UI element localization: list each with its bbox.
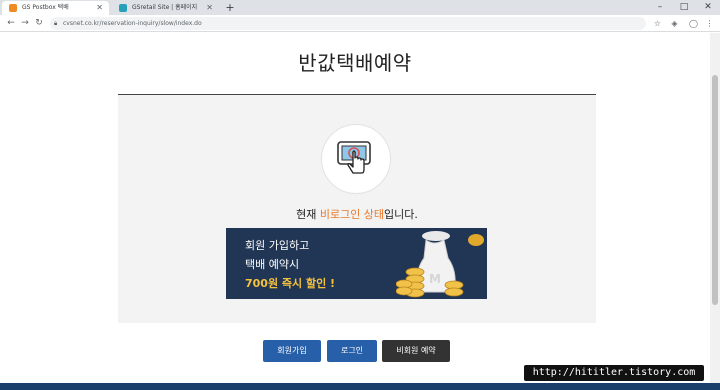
gsretail-favicon-icon bbox=[119, 4, 127, 12]
banner-line-2: 택배 예약시 bbox=[245, 258, 300, 271]
scrollbar-thumb[interactable] bbox=[712, 75, 718, 305]
close-tab-icon[interactable]: ✕ bbox=[206, 1, 213, 15]
gs-favicon-icon bbox=[9, 4, 17, 12]
minimize-icon[interactable]: – bbox=[648, 0, 672, 15]
svg-text:M: M bbox=[429, 272, 441, 286]
banner-line-3: 700원 즉시 할인 ! bbox=[245, 277, 336, 290]
extension-icon[interactable]: ◈ bbox=[669, 18, 680, 29]
status-prefix: 현재 bbox=[296, 208, 320, 221]
page-title: 반값택배예약 bbox=[298, 51, 412, 75]
browser-toolbar: ← → ↻ 🔒︎ cvsnet.co.kr/reservation-inquir… bbox=[0, 15, 720, 32]
address-bar[interactable]: 🔒︎ cvsnet.co.kr/reservation-inquiry/slow… bbox=[50, 17, 646, 30]
join-button[interactable]: 회원가입 bbox=[263, 340, 321, 362]
tab-gsretail[interactable]: GSretail Site | 홈페이지 ✕ bbox=[112, 1, 219, 15]
touch-screen-icon bbox=[337, 141, 371, 174]
maximize-icon[interactable]: □ bbox=[672, 0, 696, 15]
close-tab-icon[interactable]: ✕ bbox=[96, 1, 103, 15]
back-icon[interactable]: ← bbox=[5, 17, 17, 29]
banner-line-1: 회원 가입하고 bbox=[245, 239, 310, 252]
profile-avatar-icon[interactable]: ◯ bbox=[688, 18, 699, 29]
money-bag-coins-icon: M bbox=[396, 231, 484, 298]
reload-icon[interactable]: ↻ bbox=[33, 17, 45, 29]
status-highlight: 비로그인 상태 bbox=[319, 208, 385, 221]
tab-label: GS Postbox 택배 bbox=[22, 4, 69, 11]
url-text: cvsnet.co.kr/reservation-inquiry/slow/in… bbox=[63, 20, 202, 27]
lock-icon: 🔒︎ bbox=[54, 20, 58, 27]
forward-icon[interactable]: → bbox=[19, 17, 31, 29]
windows-taskbar bbox=[0, 383, 720, 390]
member-discount-banner[interactable]: 회원 가입하고 택배 예약시 700원 즉시 할인 ! M bbox=[226, 228, 487, 299]
menu-kebab-icon[interactable]: ⋮ bbox=[704, 18, 715, 29]
login-status-text: 현재 비로그인 상태입니다. bbox=[118, 206, 596, 222]
bookmark-star-icon[interactable]: ☆ bbox=[652, 18, 663, 29]
browser-tab-strip: GS Postbox 택배 ✕ GSretail Site | 홈페이지 ✕ +… bbox=[0, 0, 720, 15]
watermark: http://hititler.tistory.com bbox=[524, 365, 704, 381]
status-suffix: 입니다. bbox=[384, 208, 418, 221]
window-close-icon[interactable]: ✕ bbox=[696, 0, 720, 15]
login-button[interactable]: 로그인 bbox=[327, 340, 377, 362]
new-tab-button[interactable]: + bbox=[224, 0, 236, 15]
guest-reservation-button[interactable]: 비회원 예약 bbox=[382, 340, 450, 362]
tab-gs-postbox[interactable]: GS Postbox 택배 ✕ bbox=[2, 1, 109, 15]
tab-label: GSretail Site | 홈페이지 bbox=[132, 4, 198, 11]
